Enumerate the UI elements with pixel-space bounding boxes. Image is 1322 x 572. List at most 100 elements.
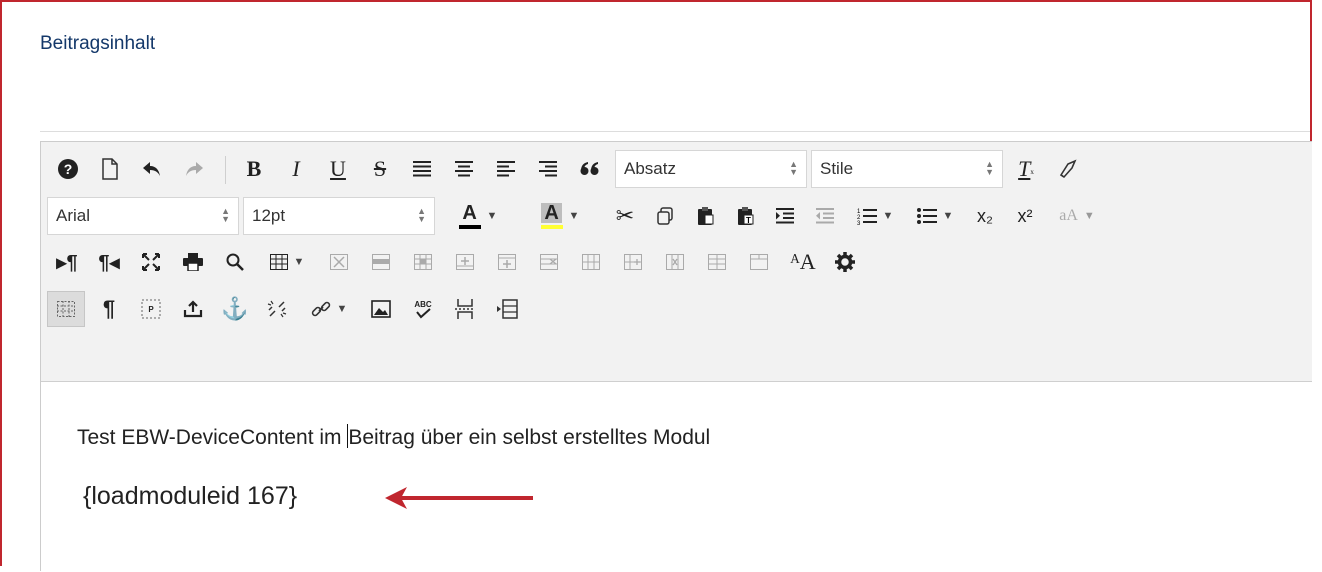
underline-button[interactable]: U [319, 154, 357, 184]
copy-icon[interactable] [647, 201, 683, 231]
insert-row-before-icon[interactable] [447, 247, 483, 277]
svg-text:3: 3 [857, 221, 861, 225]
clear-formatting-icon[interactable]: Tₓ [1007, 154, 1045, 184]
eraser-icon[interactable] [1049, 154, 1087, 184]
insert-row-after-icon[interactable] [489, 247, 525, 277]
toolbar-row-2: Arial ▲ ▼ 12pt ▲ ▼ A ▼ A ▼ ✂ T 1 2 3 ▼ ▼… [41, 197, 1312, 235]
paste-icon[interactable] [687, 201, 723, 231]
rich-text-editor: ? B I U S Absatz ▲ ▼ Stile ▲ ▼ T ₓ Arial… [40, 141, 1312, 571]
delete-row-icon[interactable] [531, 247, 567, 277]
font-family-value: Arial [56, 206, 91, 225]
fullscreen-icon[interactable] [133, 247, 169, 277]
page-break-icon[interactable] [447, 294, 483, 324]
unlink-icon[interactable] [259, 294, 295, 324]
updown-icon: ▲ ▼ [221, 206, 230, 224]
outdent-icon[interactable] [807, 201, 843, 231]
font-family-select[interactable]: Arial ▲ ▼ [47, 197, 239, 235]
split-cell-icon[interactable] [699, 247, 735, 277]
divider [40, 131, 1310, 132]
red-arrow-annotation [385, 487, 533, 509]
text-color-label: A [462, 202, 477, 224]
new-document-icon[interactable] [91, 154, 129, 184]
undo-icon[interactable] [133, 154, 171, 184]
format-select[interactable]: Absatz ▲ ▼ [615, 150, 807, 188]
font-size-tool-label: aA [1059, 207, 1078, 224]
align-left-icon[interactable] [487, 154, 525, 184]
chevron-down-icon: ▼ [882, 210, 894, 222]
image-icon[interactable] [363, 294, 399, 324]
updown-icon: ▲ ▼ [417, 206, 426, 224]
font-size-tool-button[interactable]: aA ▼ [1047, 201, 1107, 231]
chevron-down-icon: ▼ [293, 256, 305, 268]
toolbar-separator [225, 156, 226, 184]
svg-text:P: P [148, 305, 154, 314]
toolbar-row-3: ▸¶ ¶◂ ▼ ᴬA [41, 243, 1312, 279]
redo-icon[interactable] [175, 154, 213, 184]
paragraph-1-text-start: Test EBW-DeviceContent im [77, 426, 348, 449]
editor-toolbar: ? B I U S Absatz ▲ ▼ Stile ▲ ▼ T ₓ Arial… [41, 142, 1312, 382]
numbered-list-button[interactable]: 123 ▼ [847, 201, 903, 231]
style-select[interactable]: Stile ▲ ▼ [811, 150, 1003, 188]
upload-icon[interactable] [175, 294, 211, 324]
help-icon[interactable]: ? [49, 154, 87, 184]
content-paragraph-2: {loadmoduleid 167} [83, 482, 298, 510]
bullet-list-button[interactable]: ▼ [907, 201, 963, 231]
cell-properties-icon[interactable] [405, 247, 441, 277]
show-invisibles-icon[interactable]: ¶ [91, 294, 127, 324]
svg-text:ABC: ABC [414, 300, 432, 309]
anchor-icon[interactable]: ⚓ [217, 294, 253, 324]
typography-button[interactable]: ᴬA [783, 247, 823, 277]
spellcheck-icon[interactable]: ABC [405, 294, 441, 324]
content-paragraph-1: Test EBW-DeviceContent im Beitrag über e… [77, 424, 710, 450]
chevron-down-icon: ▼ [942, 210, 954, 222]
align-center-icon[interactable] [445, 154, 483, 184]
chevron-down-icon: ▼ [1083, 210, 1095, 222]
chevron-down-icon: ▼ [336, 303, 348, 315]
format-select-value: Absatz [624, 159, 676, 178]
show-grid-icon[interactable] [47, 291, 85, 327]
field-label: Beitragsinhalt [40, 33, 156, 54]
align-justify-icon[interactable] [403, 154, 441, 184]
paste-text-icon[interactable]: T [727, 201, 763, 231]
chevron-down-icon: ▼ [486, 210, 498, 222]
chevron-down-icon: ▼ [568, 210, 580, 222]
updown-icon: ▲ ▼ [985, 159, 994, 177]
style-select-value: Stile [820, 159, 854, 178]
row-properties-icon[interactable] [363, 247, 399, 277]
delete-table-icon[interactable] [321, 247, 357, 277]
cut-icon[interactable]: ✂ [607, 201, 643, 231]
search-icon[interactable] [217, 247, 253, 277]
text-color-button[interactable]: A ▼ [443, 201, 513, 231]
font-size-select[interactable]: 12pt ▲ ▼ [243, 197, 435, 235]
svg-text:T: T [746, 216, 751, 225]
strikethrough-button[interactable]: S [361, 154, 399, 184]
editor-content-area[interactable]: Test EBW-DeviceContent im Beitrag über e… [41, 382, 1312, 572]
show-blocks-icon[interactable]: P [133, 294, 169, 324]
superscript-button[interactable]: x² [1007, 201, 1043, 231]
subscript-button[interactable]: x₂ [967, 201, 1003, 231]
ltr-direction-icon[interactable]: ▸¶ [49, 247, 85, 277]
bold-button[interactable]: B [235, 154, 273, 184]
table-button[interactable]: ▼ [259, 247, 315, 277]
italic-button[interactable]: I [277, 154, 315, 184]
bg-color-label: A [541, 203, 562, 223]
insert-column-after-icon[interactable] [615, 247, 651, 277]
delete-column-icon[interactable] [657, 247, 693, 277]
toolbar-row-4: ¶ P ⚓ ▼ ABC [41, 290, 1312, 327]
rtl-direction-icon[interactable]: ¶◂ [91, 247, 127, 277]
insert-column-before-icon[interactable] [573, 247, 609, 277]
toolbar-row-1: ? B I U S Absatz ▲ ▼ Stile ▲ ▼ T ₓ [41, 150, 1312, 188]
link-button[interactable]: ▼ [301, 294, 357, 324]
merge-cells-icon[interactable] [741, 247, 777, 277]
svg-text:?: ? [64, 161, 73, 177]
background-color-button[interactable]: A ▼ [525, 201, 595, 231]
print-icon[interactable] [175, 247, 211, 277]
indent-icon[interactable] [767, 201, 803, 231]
align-right-icon[interactable] [529, 154, 567, 184]
font-size-value: 12pt [252, 206, 286, 225]
gear-icon[interactable] [827, 247, 863, 277]
blockquote-button[interactable] [571, 154, 609, 184]
paragraph-1-text-end: Beitrag über ein selbst erstelltes Modul [348, 426, 711, 449]
bg-color-swatch [540, 225, 563, 229]
template-icon[interactable] [489, 294, 525, 324]
